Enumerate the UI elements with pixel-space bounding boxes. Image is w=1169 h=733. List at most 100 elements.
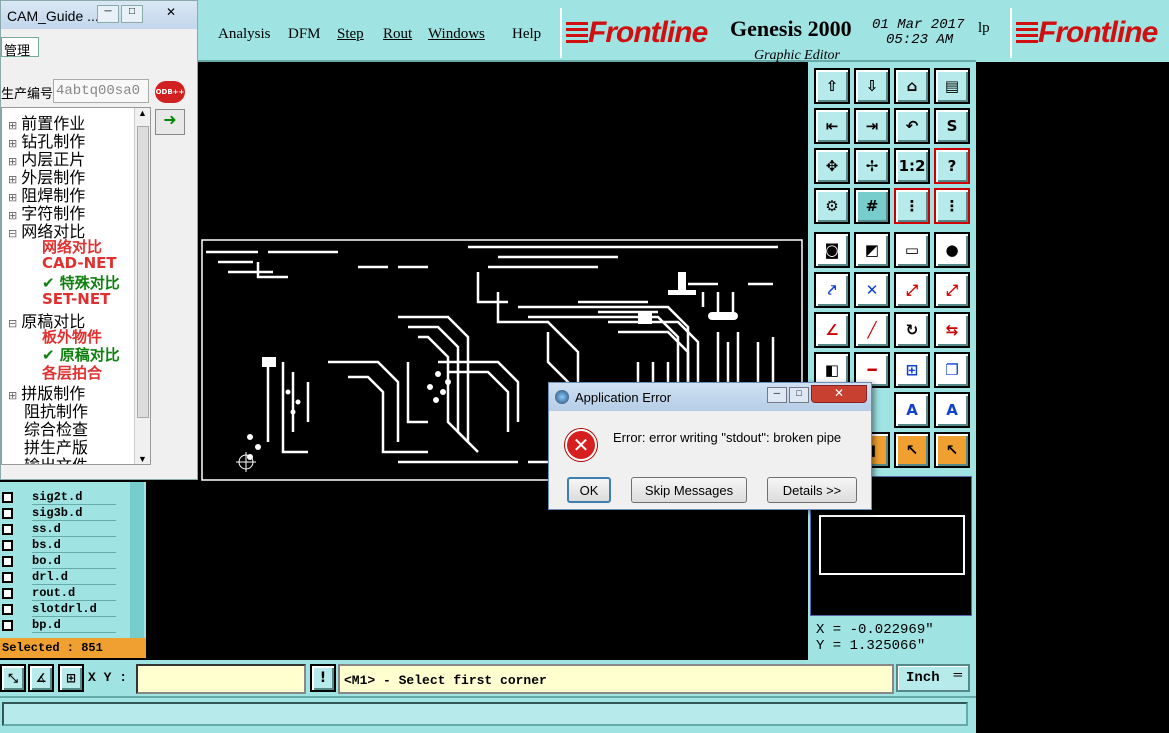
layer-checkbox[interactable]	[2, 588, 13, 599]
net-compare-2-icon[interactable]: ⋮	[934, 188, 970, 224]
layer-row[interactable]: drl.d	[0, 570, 116, 585]
window-icon[interactable]: ▤	[934, 68, 970, 104]
home-icon[interactable]: ⌂	[894, 68, 930, 104]
a-shape-icon[interactable]: A	[894, 392, 930, 428]
dialog-close-button[interactable]: ✕	[811, 385, 867, 403]
menu-analysis[interactable]: Analysis	[218, 26, 271, 43]
dialog-maximize-button[interactable]: □	[789, 387, 809, 403]
tree-item[interactable]: 输出文件	[8, 452, 88, 464]
frontline-logo-icon	[566, 22, 588, 44]
layer-checkbox[interactable]	[2, 492, 13, 503]
layer-scrollbar[interactable]	[130, 482, 144, 638]
layer-name: sig2t.d	[32, 490, 116, 505]
zoom-center-icon[interactable]: ✢	[854, 148, 890, 184]
s-curve-icon[interactable]: S	[934, 108, 970, 144]
layer-checkbox[interactable]	[2, 556, 13, 567]
arc-icon[interactable]: ↻	[894, 312, 930, 348]
layer-checkbox[interactable]	[2, 508, 13, 519]
layer-row[interactable]: bo.d	[0, 554, 116, 569]
alert-icon[interactable]: !	[310, 664, 336, 692]
cross-icon[interactable]: ✕	[854, 272, 890, 308]
menu-windows[interactable]: Windows	[428, 26, 485, 43]
line-point-2-icon[interactable]: ⤢	[934, 272, 970, 308]
measure-icon[interactable]: ⊞	[894, 352, 930, 388]
skip-messages-button[interactable]: Skip Messages	[631, 477, 747, 503]
arrow-right-icon[interactable]: ⇥	[854, 108, 890, 144]
menu-dfm[interactable]: DFM	[288, 26, 321, 43]
minimize-button[interactable]: ─	[97, 5, 119, 23]
scrollbar-thumb[interactable]	[137, 126, 149, 418]
job-field[interactable]: 4abtq00sa0	[53, 79, 149, 103]
odb-icon[interactable]: ODB++	[155, 81, 185, 103]
dot-icon[interactable]: ●	[934, 232, 970, 268]
shape-icon[interactable]: ◩	[854, 232, 890, 268]
time-label: 05:23 AM	[886, 32, 954, 48]
scroll-down-icon[interactable]: ▼	[138, 454, 147, 464]
ruler-icon[interactable]: ▭	[894, 232, 930, 268]
zoom-fit-icon[interactable]: ✥	[814, 148, 850, 184]
collapse-icon[interactable]: ⊟	[8, 227, 17, 240]
menu-help[interactable]: Help	[512, 26, 541, 43]
angle-snap-icon[interactable]: ∡	[28, 664, 54, 692]
layer-checkbox[interactable]	[2, 620, 13, 631]
dialog-minimize-button[interactable]: ─	[767, 387, 787, 403]
mirror-icon[interactable]: ⇆	[934, 312, 970, 348]
snap-icon[interactable]: ⚙	[814, 188, 850, 224]
diagonal-icon[interactable]: ╱	[854, 312, 890, 348]
layer-row[interactable]: sig3b.d	[0, 506, 116, 521]
layer-checkbox[interactable]	[2, 572, 13, 583]
angle-icon[interactable]: ∠	[814, 312, 850, 348]
grid-icon[interactable]: #	[854, 188, 890, 224]
collapse-icon[interactable]: ⊟	[8, 317, 17, 330]
undo-icon[interactable]: ↶	[894, 108, 930, 144]
open-down-icon[interactable]: ⇩	[854, 68, 890, 104]
grid-snap-icon[interactable]: ⊞	[58, 664, 84, 692]
layer-checkbox[interactable]	[2, 604, 13, 615]
frontline-logo-icon-2	[1016, 22, 1038, 44]
layer-row[interactable]: bp.d	[0, 618, 116, 633]
layer-checkbox[interactable]	[2, 540, 13, 551]
zoom-area-icon[interactable]: ⤡	[0, 664, 26, 692]
dialog-titlebar: Application Error ─ □ ✕	[549, 383, 871, 411]
menu-step[interactable]: Step	[337, 26, 364, 43]
scroll-up-icon[interactable]: ▲	[138, 108, 147, 118]
background-menu-fragment: lp	[978, 20, 990, 36]
layer-row[interactable]: ss.d	[0, 522, 116, 537]
net-compare-icon[interactable]: ⋮	[894, 188, 930, 224]
help-icon[interactable]: ?	[934, 148, 970, 184]
bottom-status-bar	[0, 696, 976, 733]
exit-icon[interactable]: ➜	[155, 109, 185, 135]
tree-subitem[interactable]: CAD-NET	[42, 254, 117, 272]
pad-icon[interactable]: ◙	[814, 232, 850, 268]
close-button[interactable]: ✕	[149, 5, 193, 23]
details-button[interactable]: Details >>	[767, 477, 857, 503]
command-line[interactable]	[2, 702, 968, 726]
arrow-left-icon[interactable]: ⇤	[814, 108, 850, 144]
tree-subitem[interactable]: SET-NET	[42, 290, 110, 308]
line-point-icon[interactable]: ⤢	[894, 272, 930, 308]
open-up-icon[interactable]: ⇧	[814, 68, 850, 104]
layer-row[interactable]: rout.d	[0, 586, 116, 601]
layer-row[interactable]: slotdrl.d	[0, 602, 116, 617]
y-coordinate: Y = 1.325066"	[816, 638, 926, 654]
layer-row[interactable]: bs.d	[0, 538, 116, 553]
cursor-tool-2-icon[interactable]: ↖	[934, 432, 970, 468]
maximize-button[interactable]: □	[121, 5, 143, 23]
a-shape-2-icon[interactable]: A	[934, 392, 970, 428]
connect-icon[interactable]: ⤤	[814, 272, 850, 308]
layer-row[interactable]: sig2t.d	[0, 490, 116, 505]
cursor-tool-icon[interactable]: ↖	[894, 432, 930, 468]
tree-scrollbar[interactable]: ▲ ▼	[134, 108, 150, 464]
app-icon	[555, 390, 569, 404]
tab-manage[interactable]: 管理	[1, 37, 39, 59]
cam-guide-window: CAM_Guide ... ─ □ ✕ 管理 生产编号 4abtq00sa0 O…	[0, 0, 198, 480]
xy-input[interactable]	[136, 664, 306, 694]
pcb-canvas[interactable]	[198, 62, 808, 660]
layer-name: ss.d	[32, 522, 116, 537]
layer-checkbox[interactable]	[2, 524, 13, 535]
ok-button[interactable]: OK	[567, 477, 611, 503]
menu-rout[interactable]: Rout	[383, 26, 412, 43]
copy-icon[interactable]: ❐	[934, 352, 970, 388]
scale-1-2-icon[interactable]: 1:2	[894, 148, 930, 184]
units-button[interactable]: Inch ═	[896, 664, 970, 692]
